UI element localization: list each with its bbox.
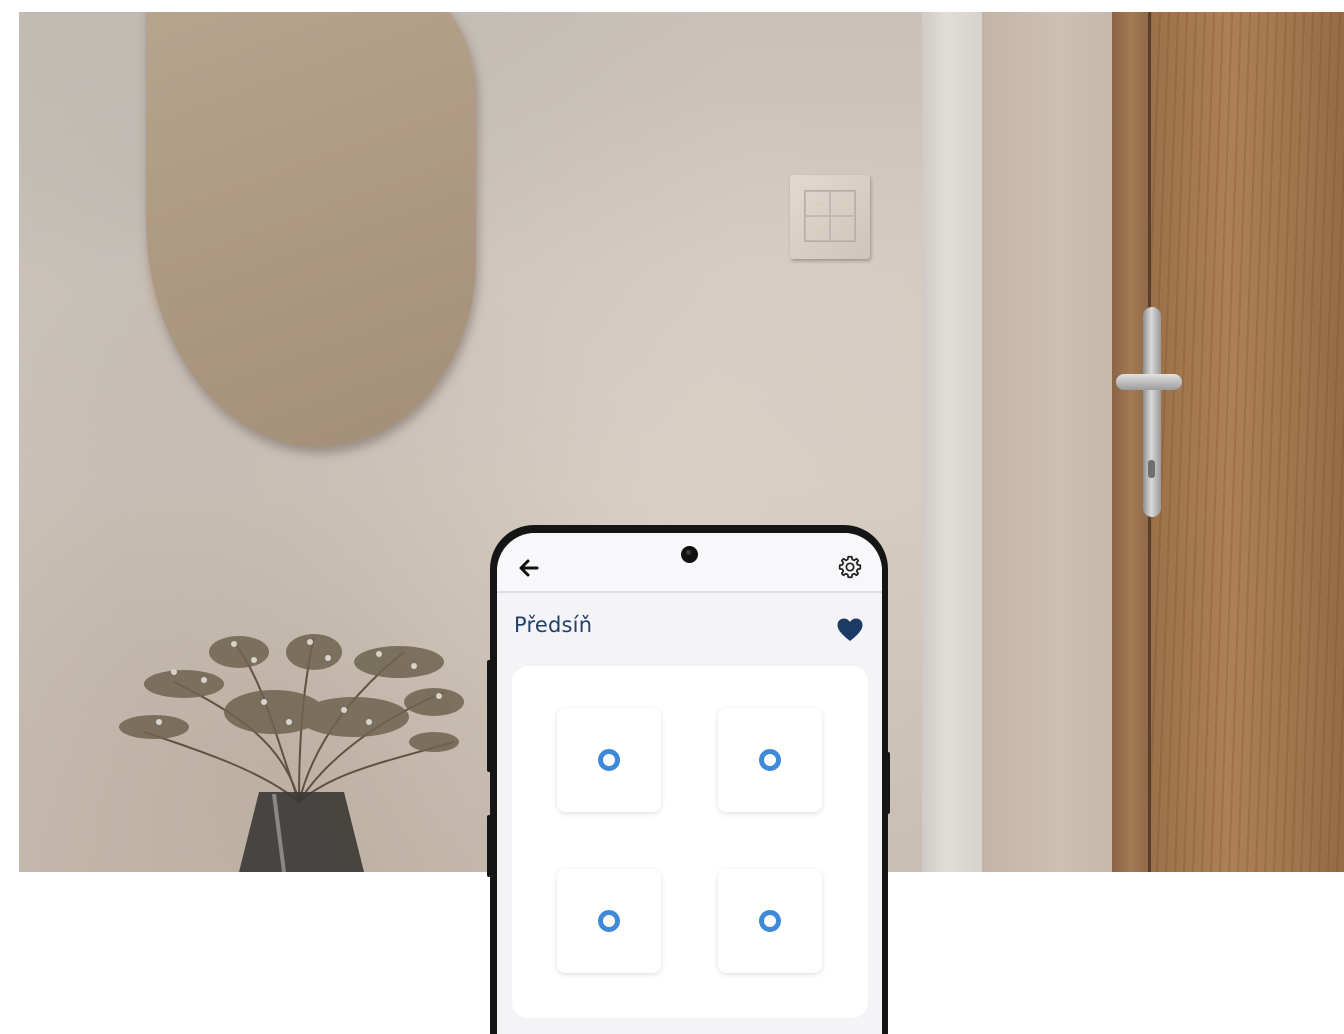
ring-indicator-icon (598, 910, 620, 932)
heart-icon (837, 618, 863, 641)
app-top-bar (497, 533, 882, 593)
wall-switch-button (805, 191, 830, 216)
back-button[interactable] (515, 553, 545, 583)
door-handle (1116, 374, 1182, 390)
gear-icon (838, 555, 862, 579)
phone-side-button (487, 660, 491, 772)
wall-switch-button (805, 216, 830, 241)
switch-button-top-left[interactable] (557, 708, 661, 812)
door (1150, 12, 1344, 872)
arrow-left-icon (519, 559, 539, 577)
wall-pillar (922, 12, 982, 872)
plant-vase (119, 634, 464, 872)
wall-light-switch (790, 175, 870, 259)
door-handle-plate (1143, 307, 1161, 517)
ring-indicator-icon (759, 749, 781, 771)
room-title: Předsíň (514, 613, 593, 637)
scene: Předsíň (0, 0, 1344, 1034)
front-camera (681, 546, 698, 563)
phone-side-button (886, 752, 890, 814)
switch-button-top-right[interactable] (718, 708, 822, 812)
app-screen: Předsíň (497, 533, 882, 1034)
switch-button-bottom-right[interactable] (718, 869, 822, 973)
wall-switch-button (830, 191, 855, 216)
door-lock (1148, 460, 1155, 478)
wall-switch-button (830, 216, 855, 241)
ring-indicator-icon (598, 749, 620, 771)
favorite-button[interactable] (836, 617, 864, 643)
ring-indicator-icon (759, 910, 781, 932)
phone-side-button (487, 815, 491, 877)
settings-button[interactable] (837, 554, 863, 580)
wall-recess (982, 12, 1112, 872)
wall-switch-buttons (804, 190, 856, 242)
switch-panel (512, 666, 868, 1018)
switch-button-bottom-left[interactable] (557, 869, 661, 973)
